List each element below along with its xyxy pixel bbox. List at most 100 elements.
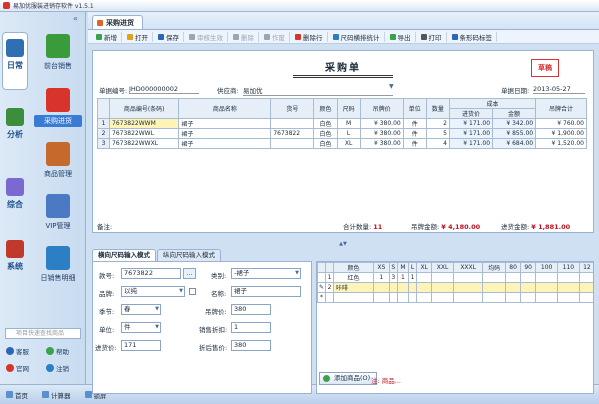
link-logout[interactable]: 注销 xyxy=(46,363,69,373)
empty-cell[interactable] xyxy=(314,159,337,169)
empty-cell[interactable] xyxy=(426,189,449,199)
cell-unit[interactable]: 件 xyxy=(402,128,427,139)
toolbar-button[interactable]: 打开 xyxy=(123,31,153,42)
color-cell[interactable]: 咔啡 xyxy=(333,282,374,293)
cell-cost[interactable]: ¥ 171.00 xyxy=(448,128,494,139)
size-qty-cell[interactable] xyxy=(373,292,390,303)
size-qty-cell[interactable] xyxy=(453,292,484,303)
cell-color[interactable]: 白色 xyxy=(313,138,338,149)
empty-cell[interactable] xyxy=(179,199,271,209)
cell-size[interactable]: M xyxy=(336,118,361,129)
empty-cell[interactable] xyxy=(536,179,587,189)
empty-cell[interactable] xyxy=(360,149,403,159)
empty-cell[interactable] xyxy=(271,179,314,189)
empty-cell[interactable] xyxy=(493,149,536,159)
toolbar-button[interactable]: 作废 xyxy=(260,31,290,42)
empty-row[interactable] xyxy=(98,159,587,169)
empty-cell[interactable] xyxy=(449,209,492,219)
cell-code[interactable]: 7673822WWM xyxy=(108,118,180,129)
size-qty-cell[interactable] xyxy=(578,272,593,283)
size-qty-cell[interactable] xyxy=(578,292,593,303)
empty-cell[interactable] xyxy=(98,169,110,179)
size-qty-cell[interactable] xyxy=(416,292,433,303)
cell-qty[interactable]: 4 xyxy=(425,138,450,149)
link-support[interactable]: 客服 xyxy=(6,346,29,356)
empty-cell[interactable] xyxy=(271,189,314,199)
supplier-field[interactable]: 易加优 xyxy=(243,85,393,96)
toolbar-button[interactable]: 保存 xyxy=(154,31,184,42)
empty-cell[interactable] xyxy=(271,149,314,159)
empty-cell[interactable] xyxy=(110,159,179,169)
empty-cell[interactable] xyxy=(536,159,587,169)
empty-cell[interactable] xyxy=(449,159,492,169)
size-qty-cell[interactable] xyxy=(520,282,537,293)
empty-cell[interactable] xyxy=(98,149,110,159)
empty-cell[interactable] xyxy=(360,189,403,199)
empty-cell[interactable] xyxy=(426,179,449,189)
size-qty-cell[interactable]: 1 xyxy=(407,272,418,283)
empty-cell[interactable] xyxy=(426,209,449,219)
toolbar-button[interactable]: 导出 xyxy=(386,31,416,42)
size-qty-cell[interactable] xyxy=(578,282,593,293)
home-button[interactable]: 首页 xyxy=(6,390,28,400)
category-tab-analysis[interactable]: 分析 xyxy=(2,102,28,160)
empty-cell[interactable] xyxy=(179,209,271,219)
link-website[interactable]: 官网 xyxy=(6,363,29,373)
empty-cell[interactable] xyxy=(403,169,426,179)
empty-cell[interactable] xyxy=(314,189,337,199)
empty-cell[interactable] xyxy=(403,179,426,189)
empty-cell[interactable] xyxy=(314,209,337,219)
empty-cell[interactable] xyxy=(449,149,492,159)
empty-cell[interactable] xyxy=(271,209,314,219)
cell-amount[interactable]: ¥ 855.00 xyxy=(492,128,537,139)
empty-cell[interactable] xyxy=(98,179,110,189)
toolbar-button[interactable]: 删除 xyxy=(229,31,259,42)
empty-cell[interactable] xyxy=(426,159,449,169)
cell-code[interactable]: 7673822WWXL xyxy=(108,138,180,149)
size-row[interactable]: 1 红色 1 3 1 1 xyxy=(317,272,593,283)
empty-row[interactable] xyxy=(98,199,587,209)
empty-cell[interactable] xyxy=(360,199,403,209)
empty-cell[interactable] xyxy=(179,149,271,159)
season-select[interactable]: 春 xyxy=(121,304,161,315)
name-input[interactable]: 裙子 xyxy=(231,286,301,297)
cell-cost[interactable]: ¥ 171.00 xyxy=(448,138,494,149)
add-product-button[interactable]: 添加商品(O) xyxy=(319,372,378,385)
tab-horizontal-size[interactable]: 横向尺码输入模式 xyxy=(92,249,156,261)
empty-row[interactable] xyxy=(98,209,587,219)
empty-cell[interactable] xyxy=(337,179,360,189)
module-daily-sales[interactable]: 日销售明细 xyxy=(34,246,82,283)
empty-cell[interactable] xyxy=(110,189,179,199)
empty-cell[interactable] xyxy=(493,189,536,199)
table-row[interactable]: 2 7673822WWL 裙子 7673822 白色 L ¥ 380.00 件 5 ¥ 171.0… xyxy=(97,128,587,139)
cell-cost[interactable]: ¥ 171.00 xyxy=(448,118,494,129)
size-qty-cell[interactable] xyxy=(505,292,522,303)
color-cell[interactable] xyxy=(333,292,374,303)
empty-cell[interactable] xyxy=(98,199,110,209)
empty-cell[interactable] xyxy=(337,209,360,219)
order-no-field[interactable]: JHD000000002 xyxy=(129,85,199,94)
empty-cell[interactable] xyxy=(110,169,179,179)
table-row[interactable]: 3 7673822WWXL 裙子 白色 XL ¥ 380.00 件 4 ¥ 171.00 ¥ 68… xyxy=(97,138,587,149)
empty-cell[interactable] xyxy=(314,179,337,189)
empty-cell[interactable] xyxy=(403,209,426,219)
brand-checkbox[interactable] xyxy=(189,288,196,295)
size-qty-cell[interactable] xyxy=(535,272,559,283)
empty-cell[interactable] xyxy=(449,169,492,179)
size-row[interactable]: ✎ 2 咔啡 xyxy=(317,282,593,293)
empty-cell[interactable] xyxy=(403,159,426,169)
toolbar-button[interactable]: 删除行 xyxy=(291,31,328,42)
size-qty-cell[interactable] xyxy=(416,272,433,283)
size-qty-cell[interactable] xyxy=(535,292,559,303)
cell-name[interactable]: 裙子 xyxy=(178,118,272,129)
cell-code[interactable]: 7673822WWL xyxy=(108,128,180,139)
empty-cell[interactable] xyxy=(536,199,587,209)
size-qty-cell[interactable] xyxy=(416,282,433,293)
empty-cell[interactable] xyxy=(337,149,360,159)
cell-tag-price[interactable]: ¥ 380.00 xyxy=(359,128,404,139)
empty-cell[interactable] xyxy=(337,189,360,199)
size-qty-cell[interactable] xyxy=(397,282,409,293)
empty-cell[interactable] xyxy=(426,199,449,209)
size-qty-cell[interactable] xyxy=(453,282,484,293)
category-tab-system[interactable]: 系统 xyxy=(2,234,28,292)
